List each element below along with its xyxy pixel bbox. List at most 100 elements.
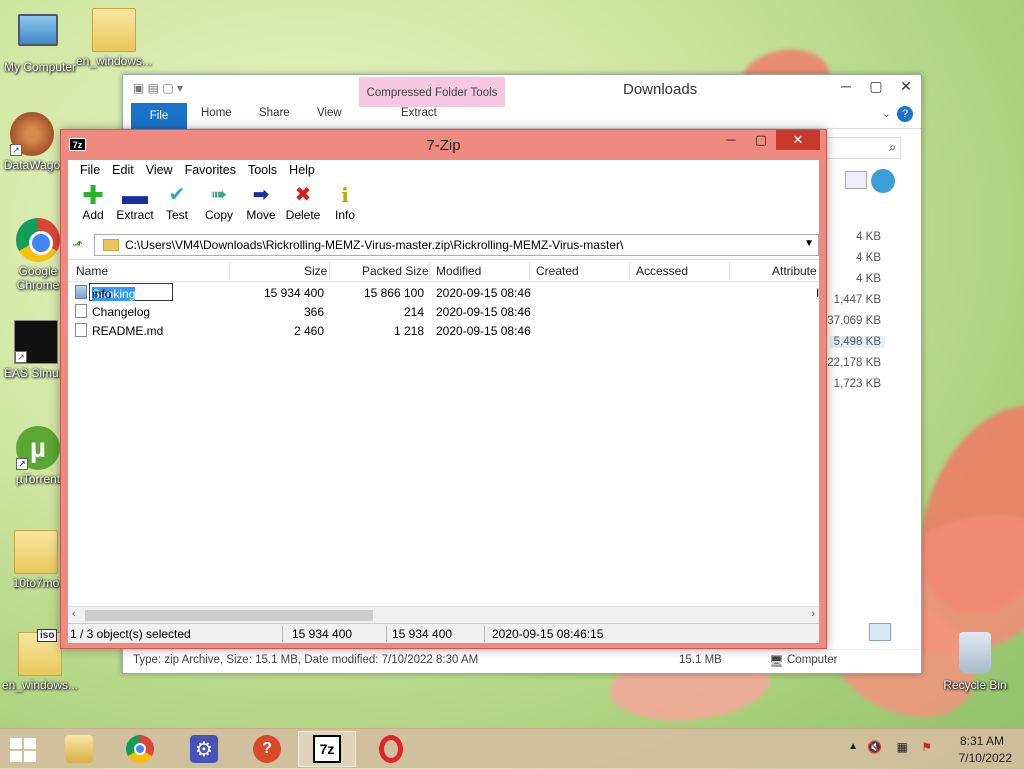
desktop-icon-label: Google Chrome xyxy=(16,264,60,292)
scroll-left-arrow[interactable]: ‹ xyxy=(72,608,76,620)
volume-muted-icon[interactable]: 🔇 xyxy=(867,740,882,754)
button-label: Info xyxy=(334,208,355,222)
action-center-icon[interactable]: ⚑ xyxy=(921,740,932,754)
folder-up-icon[interactable]: ⬏ xyxy=(72,237,88,253)
desktop-icon-label: Recycle Bin xyxy=(943,678,1007,692)
preview-pane-icon[interactable] xyxy=(845,171,867,189)
file-list[interactable]: Name Size Packed Size Modified Created A… xyxy=(68,259,819,623)
file-size: 4 KB xyxy=(856,273,881,285)
close-button[interactable]: ✕ xyxy=(776,130,820,150)
move-button[interactable]: ➡ Move xyxy=(240,182,282,232)
taskbar-help[interactable]: ? xyxy=(238,731,296,767)
copy-button[interactable]: ➠ Copy xyxy=(198,182,240,232)
column-packed-size[interactable]: Packed Size xyxy=(362,264,429,278)
menu-view[interactable]: View xyxy=(140,160,179,182)
details-view-icon[interactable] xyxy=(869,623,891,641)
taskbar-7zip[interactable]: 7z xyxy=(298,731,356,767)
button-label: Delete xyxy=(285,208,321,222)
table-row[interactable]: Changelog 366 214 2020-09-15 08:46 xyxy=(68,302,819,321)
extract-button[interactable]: ▬ Extract xyxy=(114,182,156,232)
column-name[interactable]: Name xyxy=(76,264,108,278)
quick-access-toolbar[interactable]: ▣ ▤ ▢ ▾ xyxy=(133,81,183,95)
chevron-down-icon[interactable]: ⌄ xyxy=(882,107,891,120)
network-icon[interactable]: ▦ xyxy=(897,740,908,754)
table-row[interactable]: README.md 2 460 1 218 2020-09-15 08:46 xyxy=(68,321,819,340)
column-modified[interactable]: Modified xyxy=(436,264,481,278)
column-created[interactable]: Created xyxy=(536,264,579,278)
column-size[interactable]: Size xyxy=(304,264,327,278)
double-arrow-icon: ➠ xyxy=(210,184,228,206)
status-size: 15.1 MB xyxy=(679,654,722,666)
status-selected: 1 / 3 object(s) selected xyxy=(70,627,191,641)
horizontal-scrollbar[interactable]: ‹ › xyxy=(68,606,819,623)
menu-edit[interactable]: Edit xyxy=(106,160,140,182)
desktop-icon-recycle-bin[interactable]: Recycle Bin xyxy=(935,632,1015,692)
file-size: 4 KB xyxy=(856,252,881,264)
taskbar-opera[interactable] xyxy=(362,731,420,767)
table-row[interactable]: Banking info 15 934 400 15 866 100 2020-… xyxy=(68,283,819,302)
status-size: 15 934 400 xyxy=(292,627,353,641)
minimize-button[interactable]: ─ xyxy=(831,75,861,97)
button-label: Extract xyxy=(116,208,154,222)
column-attributes[interactable]: Attribute xyxy=(772,264,817,278)
arrow-right-icon: ➡ xyxy=(252,184,270,206)
computer-icon: 🖥 xyxy=(769,656,784,668)
desktop-icon-en-windows[interactable]: en_windows... xyxy=(74,8,154,68)
folder-icon xyxy=(14,530,58,574)
large-icons-view-icon[interactable] xyxy=(895,623,913,641)
x-icon: ✖ xyxy=(294,184,312,206)
rename-input[interactable]: Banking info xyxy=(89,283,173,301)
tab-home[interactable]: Home xyxy=(201,107,232,119)
tab-file[interactable]: File xyxy=(131,103,187,129)
add-button[interactable]: ✚ Add xyxy=(72,182,114,232)
eas-simulator-icon: ↗ xyxy=(14,320,58,364)
test-button[interactable]: ✔ Test xyxy=(156,182,198,232)
info-button[interactable]: i Info xyxy=(324,182,366,232)
maximize-button[interactable]: ▢ xyxy=(746,130,776,150)
close-button[interactable]: ✕ xyxy=(891,75,921,97)
menu-file[interactable]: File xyxy=(74,160,106,182)
show-hidden-icons-arrow[interactable]: ▲ xyxy=(848,741,858,752)
taskbar-file-explorer[interactable] xyxy=(50,731,108,767)
delete-button[interactable]: ✖ Delete xyxy=(282,182,324,232)
clock-date[interactable]: 7/10/2022 xyxy=(959,751,1012,765)
clock-time[interactable]: 8:31 AM xyxy=(960,734,1004,748)
chevron-down-icon[interactable]: ▼ xyxy=(804,238,814,249)
plus-icon: ✚ xyxy=(82,180,104,210)
help-icon[interactable]: ? xyxy=(897,106,913,122)
status-packed: 15 934 400 xyxy=(392,627,453,641)
start-button[interactable] xyxy=(8,736,38,762)
tab-share[interactable]: Share xyxy=(259,107,290,119)
desktop-icon-label: en_windows... xyxy=(1,678,79,692)
taskbar-settings[interactable]: ⚙ xyxy=(175,731,233,767)
minimize-button[interactable]: ─ xyxy=(716,130,746,150)
chrome-icon xyxy=(126,735,154,763)
menu-tools[interactable]: Tools xyxy=(242,160,283,182)
menu-help[interactable]: Help xyxy=(283,160,321,182)
cell-size: 366 xyxy=(303,305,324,319)
scroll-thumb[interactable] xyxy=(85,610,373,621)
path-combobox[interactable]: C:\Users\VM4\Downloads\Rickrolling-MEMZ-… xyxy=(94,234,819,256)
tab-view[interactable]: View xyxy=(317,107,342,119)
scroll-right-arrow[interactable]: › xyxy=(811,608,815,620)
column-header-row: Name Size Packed Size Modified Created A… xyxy=(68,260,819,282)
cell-packed-size: 214 xyxy=(403,305,424,319)
maximize-button[interactable]: ▢ xyxy=(861,75,891,97)
tab-extract[interactable]: Extract xyxy=(401,107,437,119)
desktop-icon-label: en_windows... xyxy=(75,54,153,68)
iso-file-icon: iso xyxy=(18,629,62,676)
column-accessed[interactable]: Accessed xyxy=(636,264,688,278)
taskbar-chrome[interactable] xyxy=(111,731,169,767)
file-size: 4 KB xyxy=(856,231,881,243)
cell-size: 2 460 xyxy=(293,324,324,338)
globe-icon[interactable] xyxy=(871,169,895,193)
desktop-icon-my-computer[interactable]: My Computer xyxy=(0,8,80,74)
file-icon xyxy=(75,304,87,318)
file-icon xyxy=(75,323,87,337)
computer-icon xyxy=(18,14,62,58)
path-text: C:\Users\VM4\Downloads\Rickrolling-MEMZ-… xyxy=(125,238,624,252)
sevenzip-titlebar[interactable]: 7z 7-Zip ─ ▢ ✕ xyxy=(61,130,826,160)
search-box[interactable]: ⌕ xyxy=(821,137,901,159)
menu-favorites[interactable]: Favorites xyxy=(179,160,242,182)
cell-modified: 2020-09-15 08:46 xyxy=(436,305,531,319)
